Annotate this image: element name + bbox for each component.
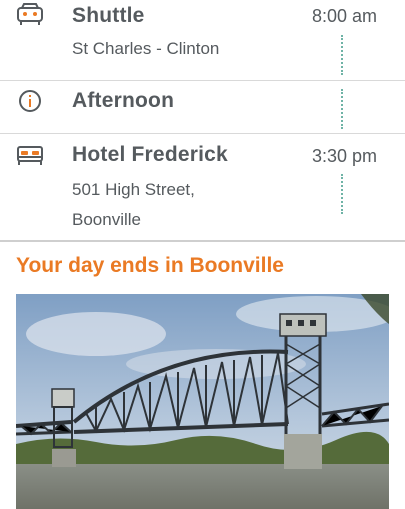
itinerary-item-shuttle[interactable]: Shuttle 8:00 am St Charles - Clinton (0, 0, 405, 80)
item-title: Hotel Frederick (72, 143, 228, 166)
divider (0, 240, 405, 242)
car-icon (15, 3, 45, 27)
itinerary-item-afternoon[interactable]: Afternoon (0, 81, 405, 133)
timeline-dots (341, 89, 343, 129)
timeline-dots (341, 35, 343, 75)
info-icon (15, 89, 45, 113)
timeline-dots (341, 174, 343, 214)
item-time: 3:30 pm (311, 146, 377, 166)
item-title: Afternoon (72, 89, 175, 112)
item-subtitle: Boonville (72, 210, 141, 229)
item-title: Shuttle (72, 4, 145, 27)
bed-icon (15, 144, 45, 168)
item-subtitle: St Charles - Clinton (72, 39, 220, 58)
bridge-photo (16, 294, 389, 509)
section-headline: Your day ends in Boonville (16, 254, 284, 277)
item-time: 8:00 am (311, 6, 377, 26)
item-subtitle: 501 High Street, (72, 180, 195, 199)
itinerary-item-hotel[interactable]: Hotel Frederick 3:30 pm 501 High Street,… (0, 134, 405, 240)
